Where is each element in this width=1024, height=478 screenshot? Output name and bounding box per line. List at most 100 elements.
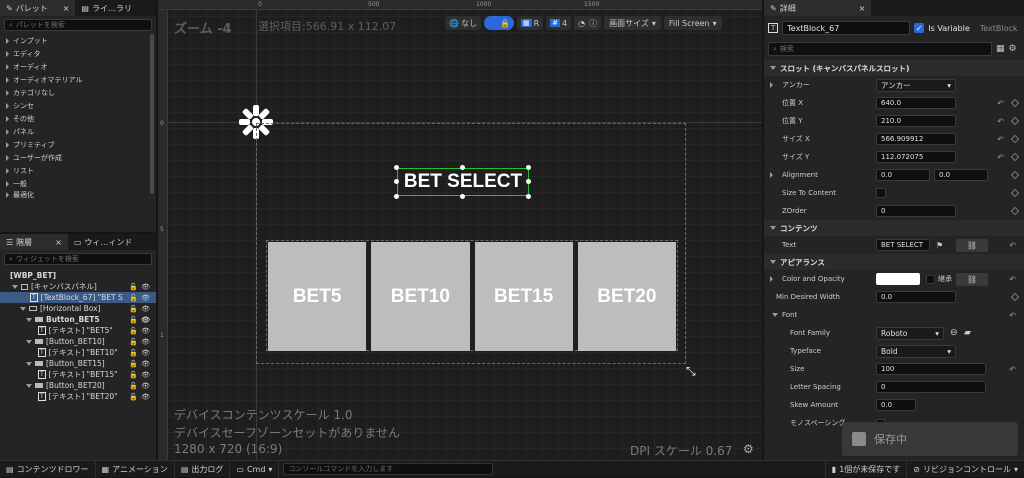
reset-icon[interactable]: ↶ bbox=[997, 117, 1004, 126]
eye-icon[interactable]: 👁 bbox=[141, 371, 150, 379]
position-y-input[interactable]: 210.0 bbox=[876, 115, 956, 127]
keyframe-icon[interactable] bbox=[1010, 188, 1020, 198]
resize-handle[interactable] bbox=[460, 165, 465, 170]
size-to-content-checkbox[interactable] bbox=[876, 188, 886, 198]
bet5-button[interactable]: BET5 bbox=[268, 242, 367, 351]
alignment-x-input[interactable]: 0.0 bbox=[876, 169, 930, 181]
lock-icon[interactable]: 🔓 bbox=[129, 338, 138, 346]
widget-search-input[interactable]: ⌕ ウィジェットを検索 bbox=[4, 253, 152, 265]
expand-arrow-icon[interactable] bbox=[770, 82, 773, 88]
bet15-button[interactable]: BET15 bbox=[474, 242, 573, 351]
palette-category[interactable]: オーディオ bbox=[0, 60, 156, 73]
palette-search-input[interactable]: ⌕ パレットを検索 bbox=[4, 19, 152, 31]
keyframe-icon[interactable] bbox=[1010, 206, 1020, 216]
resize-handle[interactable] bbox=[526, 165, 531, 170]
lock-icon[interactable]: 🔓 bbox=[129, 360, 138, 368]
angle-snap-button[interactable]: ◔ ⓘ bbox=[574, 16, 602, 30]
canvas-resize-icon[interactable]: ⤡ bbox=[686, 364, 696, 379]
color-swatch[interactable] bbox=[876, 273, 920, 285]
lock-icon[interactable]: 🔓 bbox=[129, 316, 138, 324]
anchor-dropdown[interactable]: アンカー ▾ bbox=[876, 78, 956, 92]
textblock-bet-select[interactable]: BET SELECT bbox=[397, 168, 529, 196]
section-content[interactable]: コンテンツ bbox=[764, 220, 1024, 236]
palette-category[interactable]: その他 bbox=[0, 112, 156, 125]
eye-icon[interactable]: 👁 bbox=[141, 305, 150, 313]
reset-icon[interactable]: ↶ bbox=[997, 135, 1004, 144]
text-value-input[interactable]: BET SELECT bbox=[876, 239, 930, 251]
keyframe-icon[interactable] bbox=[1010, 98, 1020, 108]
expand-arrow-icon[interactable] bbox=[770, 276, 773, 282]
resize-handle[interactable] bbox=[394, 194, 399, 199]
reset-icon[interactable]: ↶ bbox=[1009, 365, 1016, 374]
inherit-checkbox[interactable] bbox=[926, 274, 935, 284]
lock-icon[interactable]: 🔓 bbox=[129, 305, 138, 313]
eye-icon[interactable]: 👁 bbox=[141, 360, 150, 368]
lock-icon[interactable]: 🔓 bbox=[129, 294, 138, 302]
position-x-input[interactable]: 640.0 bbox=[876, 97, 956, 109]
resize-handle[interactable] bbox=[394, 165, 399, 170]
lock-icon[interactable]: 🔓 bbox=[129, 283, 138, 291]
dpi-settings-gear-icon[interactable]: ⚙ bbox=[743, 442, 754, 456]
palette-category[interactable]: 最適化 bbox=[0, 190, 156, 199]
browse-back-icon[interactable]: ⊖ bbox=[950, 328, 958, 338]
resize-handle[interactable] bbox=[526, 194, 531, 199]
respect-lock-button[interactable]: ▦ R bbox=[516, 16, 544, 30]
size-x-input[interactable]: 566.909912 bbox=[876, 133, 956, 145]
skew-amount-input[interactable]: 0.0 bbox=[876, 399, 916, 411]
tab-hierarchy[interactable]: ☰ 階層 × bbox=[0, 234, 68, 250]
keyframe-icon[interactable] bbox=[1010, 116, 1020, 126]
eye-icon[interactable]: 👁 bbox=[141, 393, 150, 401]
close-icon[interactable]: × bbox=[63, 4, 70, 13]
zorder-input[interactable]: 0 bbox=[876, 205, 956, 217]
min-width-input[interactable]: 0.0 bbox=[876, 291, 956, 303]
bet20-button[interactable]: BET20 bbox=[577, 242, 676, 351]
tab-library[interactable]: ▤ ライ…ラリ bbox=[75, 0, 138, 16]
tree-row-button[interactable]: [Button_BET15] 🔓 👁 bbox=[0, 358, 156, 369]
unsaved-button[interactable]: ▮ 1個が未保存です bbox=[824, 460, 908, 478]
eye-icon[interactable]: 👁 bbox=[141, 327, 150, 335]
tree-row-text[interactable]: T [テキスト] "BET15" 🔓 👁 bbox=[0, 369, 156, 380]
palette-category[interactable]: カテゴリなし bbox=[0, 86, 156, 99]
font-section-row[interactable]: Font ↶ bbox=[764, 306, 1024, 324]
lock-icon[interactable]: 🔓 bbox=[129, 327, 138, 335]
bet10-button[interactable]: BET10 bbox=[371, 242, 470, 351]
tree-row-text[interactable]: T [テキスト] "BET20" 🔓 👁 bbox=[0, 391, 156, 402]
palette-scrollbar[interactable] bbox=[150, 34, 154, 194]
typeface-dropdown[interactable]: Bold ▾ bbox=[876, 344, 956, 358]
tab-details[interactable]: ✎ 詳細 × bbox=[764, 0, 872, 16]
cmd-dropdown[interactable]: ▭ Cmd ▾ bbox=[230, 460, 280, 478]
eye-icon[interactable]: 👁 bbox=[141, 294, 150, 302]
tree-row-hbox[interactable]: [Horizontal Box] 🔓 👁 bbox=[0, 303, 156, 314]
eye-icon[interactable]: 👁 bbox=[141, 316, 150, 324]
alignment-y-input[interactable]: 0.0 bbox=[934, 169, 988, 181]
folder-icon[interactable]: ▰ bbox=[964, 328, 971, 338]
expand-arrow-icon[interactable] bbox=[770, 172, 773, 178]
widget-name-input[interactable]: TextBlock_67 bbox=[782, 21, 911, 35]
palette-category[interactable]: オーディオマテリアル bbox=[0, 73, 156, 86]
resize-handle[interactable] bbox=[394, 179, 399, 184]
flag-icon[interactable]: ⚑ bbox=[936, 241, 943, 250]
lock-toggle[interactable]: 🔒 bbox=[483, 16, 514, 30]
reset-icon[interactable]: ↶ bbox=[1009, 311, 1016, 320]
tree-row-root[interactable]: [WBP_BET] bbox=[0, 270, 156, 281]
eye-icon[interactable]: 👁 bbox=[141, 283, 150, 291]
palette-category[interactable]: 一般 bbox=[0, 177, 156, 190]
tree-row-button[interactable]: [Button_BET20] 🔓 👁 bbox=[0, 380, 156, 391]
tab-widget-window[interactable]: ▭ ウィ…ィンド bbox=[68, 234, 139, 250]
palette-category[interactable]: シンセ bbox=[0, 99, 156, 112]
is-variable-checkbox[interactable]: ✓ bbox=[914, 23, 925, 33]
animation-button[interactable]: ▦ アニメーション bbox=[96, 460, 175, 478]
details-search-input[interactable]: ⌕ 検索 bbox=[768, 42, 992, 56]
lock-icon[interactable]: 🔓 bbox=[129, 349, 138, 357]
palette-category[interactable]: インプット bbox=[0, 34, 156, 47]
tree-row-canvas[interactable]: [キャンバスパネル] 🔓 👁 bbox=[0, 281, 156, 292]
palette-category[interactable]: プリミティブ bbox=[0, 138, 156, 151]
horizontal-box[interactable]: BET5 BET10 BET15 BET20 bbox=[266, 240, 678, 351]
tab-palette[interactable]: ✎ パレット × bbox=[0, 0, 76, 16]
reset-icon[interactable]: ↶ bbox=[1009, 275, 1016, 284]
lock-icon[interactable]: 🔓 bbox=[129, 371, 138, 379]
eye-icon[interactable]: 👁 bbox=[141, 349, 150, 357]
designer-viewport[interactable]: 0 500 1000 1500 0 5 1 ズーム -4 選択項目:566.91… bbox=[158, 0, 762, 460]
settings-gear-icon[interactable]: ⚙ bbox=[1009, 44, 1017, 54]
screen-size-dropdown[interactable]: 画面サイズ ▾ bbox=[604, 16, 661, 30]
